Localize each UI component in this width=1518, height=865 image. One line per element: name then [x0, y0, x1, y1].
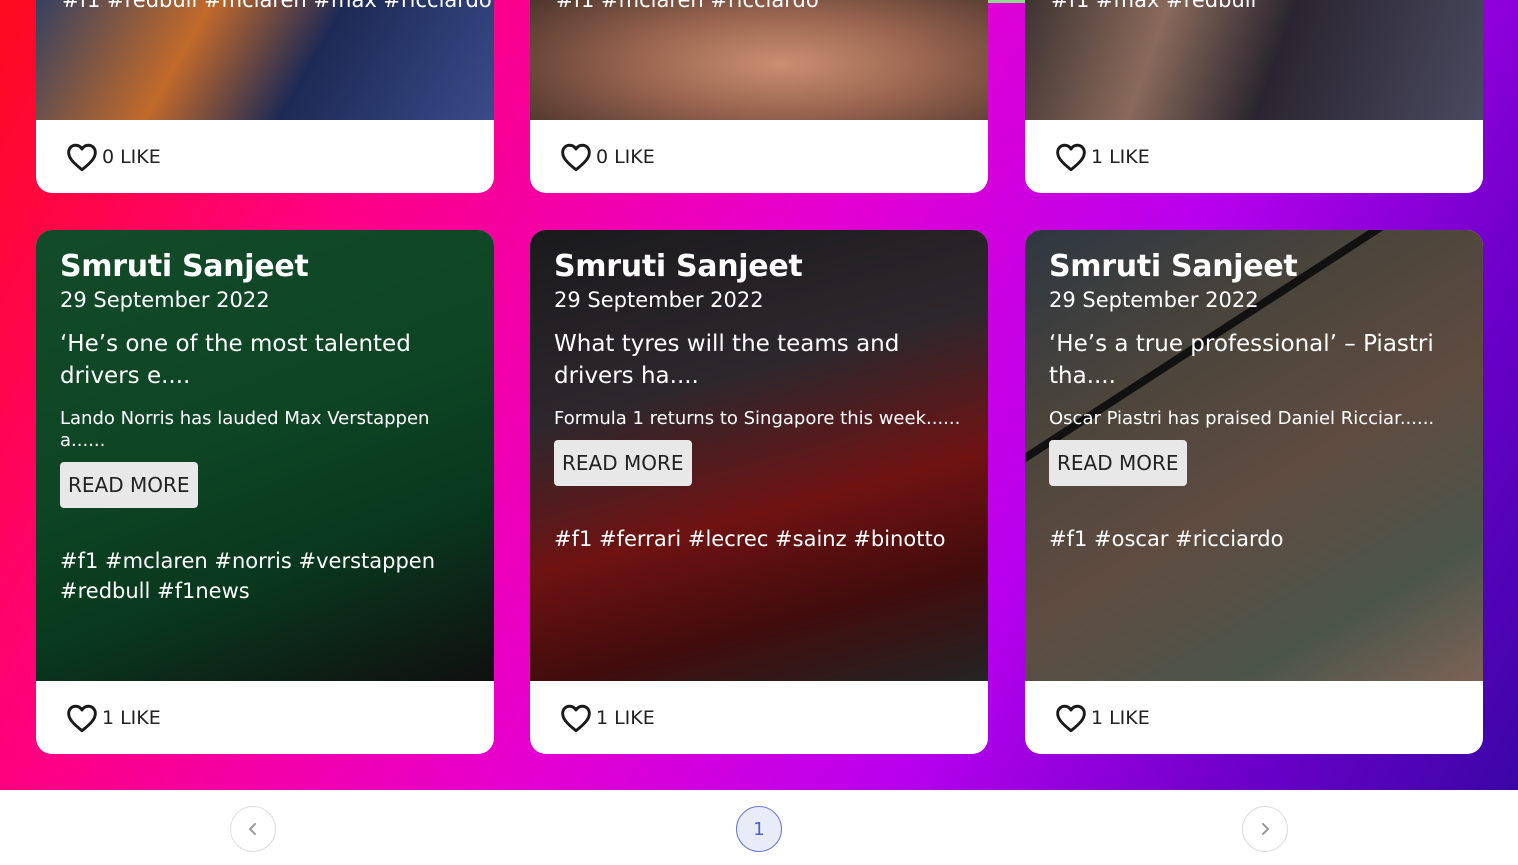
post-tags: #f1 #mclaren #ricciardo: [556, 0, 819, 12]
post-tags: #f1 #max #redbull: [1051, 0, 1257, 12]
post-headline: ‘He’s one of the most talented drivers e…: [60, 331, 411, 389]
heart-icon: [1056, 704, 1086, 732]
heart-icon: [561, 143, 591, 171]
heart-icon: [67, 143, 97, 171]
next-page-button[interactable]: [1242, 806, 1288, 852]
like-button[interactable]: 1 LIKE: [1055, 142, 1150, 172]
post-card: #f1 #max #redbull 1 LIKE: [1025, 0, 1483, 193]
post-card: Smruti Sanjeet 29 September 2022 What ty…: [530, 230, 988, 754]
post-date: 29 September 2022: [1049, 288, 1259, 312]
like-count: 1: [1091, 706, 1104, 729]
page-number-button[interactable]: 1: [736, 806, 782, 852]
post-footer: 1 LIKE: [1025, 681, 1483, 754]
heart-icon: [67, 704, 97, 732]
post-content: Smruti Sanjeet 29 September 2022 What ty…: [554, 248, 966, 554]
post-author: Smruti Sanjeet: [554, 249, 803, 284]
like-label: LIKE: [1109, 706, 1150, 729]
post-author: Smruti Sanjeet: [1049, 249, 1298, 284]
post-date: 29 September 2022: [60, 288, 270, 312]
like-count: 0: [596, 145, 609, 168]
post-date: 29 September 2022: [554, 288, 764, 312]
current-page-label: 1: [753, 818, 765, 840]
like-button[interactable]: 0 LIKE: [560, 142, 655, 172]
post-footer: 0 LIKE: [36, 120, 494, 193]
like-label: LIKE: [1109, 145, 1150, 168]
post-tags: #f1 #ferrari #lecrec #sainz #binotto: [554, 527, 946, 551]
read-more-button[interactable]: READ MORE: [60, 462, 198, 508]
heart-icon: [1056, 143, 1086, 171]
post-footer: 1 LIKE: [1025, 120, 1483, 193]
post-card: #f1 #redbull #mclaren #max #ricciardo 0 …: [36, 0, 494, 193]
like-count: 1: [1091, 145, 1104, 168]
post-headline: What tyres will the teams and drivers ha…: [554, 331, 900, 389]
post-author: Smruti Sanjeet: [60, 249, 309, 284]
post-image: Smruti Sanjeet 29 September 2022 ‘He’s a…: [1025, 230, 1483, 681]
post-tags: #f1 #mclaren #norris #verstappen #redbul…: [60, 549, 436, 603]
post-footer: 0 LIKE: [530, 120, 988, 193]
post-excerpt: Oscar Piastri has praised Daniel Ricciar…: [1049, 408, 1435, 429]
like-button[interactable]: 1 LIKE: [1055, 703, 1150, 733]
like-label: LIKE: [120, 706, 161, 729]
post-tags: #f1 #oscar #ricciardo: [1049, 527, 1284, 551]
like-button[interactable]: 1 LIKE: [66, 703, 161, 733]
like-button[interactable]: 1 LIKE: [560, 703, 655, 733]
post-tags: #f1 #redbull #mclaren #max #ricciardo: [62, 0, 492, 12]
post-excerpt: Lando Norris has lauded Max Verstappen a…: [60, 408, 430, 451]
post-card: Smruti Sanjeet 29 September 2022 ‘He’s a…: [1025, 230, 1483, 754]
post-card: #f1 #mclaren #ricciardo 0 LIKE: [530, 0, 988, 193]
post-excerpt: Formula 1 returns to Singapore this week…: [554, 408, 961, 429]
read-more-button[interactable]: READ MORE: [554, 440, 692, 486]
like-count: 0: [102, 145, 115, 168]
post-image: #f1 #mclaren #ricciardo: [530, 0, 988, 120]
like-button[interactable]: 0 LIKE: [66, 142, 161, 172]
post-footer: 1 LIKE: [530, 681, 988, 754]
like-count: 1: [102, 706, 115, 729]
post-footer: 1 LIKE: [36, 681, 494, 754]
prev-page-button[interactable]: [230, 806, 276, 852]
read-more-button[interactable]: READ MORE: [1049, 440, 1187, 486]
like-label: LIKE: [120, 145, 161, 168]
post-content: Smruti Sanjeet 29 September 2022 ‘He’s o…: [60, 248, 472, 606]
post-image: #f1 #redbull #mclaren #max #ricciardo: [36, 0, 494, 120]
post-image: Smruti Sanjeet 29 September 2022 What ty…: [530, 230, 988, 681]
chevron-right-icon: [1262, 823, 1269, 835]
post-card: Smruti Sanjeet 29 September 2022 ‘He’s o…: [36, 230, 494, 754]
post-image: #f1 #max #redbull: [1025, 0, 1483, 120]
chevron-left-icon: [249, 823, 256, 835]
post-headline: ‘He’s a true professional’ – Piastri tha…: [1049, 331, 1434, 389]
heart-icon: [561, 704, 591, 732]
like-label: LIKE: [614, 706, 655, 729]
like-count: 1: [596, 706, 609, 729]
like-label: LIKE: [614, 145, 655, 168]
post-image: Smruti Sanjeet 29 September 2022 ‘He’s o…: [36, 230, 494, 681]
post-content: Smruti Sanjeet 29 September 2022 ‘He’s a…: [1049, 248, 1461, 554]
